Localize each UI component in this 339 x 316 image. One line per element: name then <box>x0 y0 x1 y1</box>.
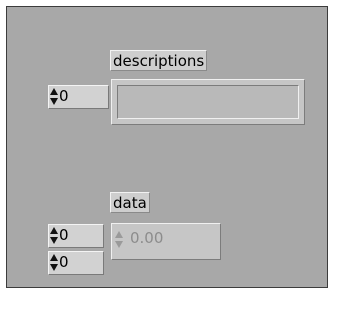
decrement-arrow-icon[interactable] <box>50 237 58 244</box>
increment-arrow-icon[interactable] <box>50 227 58 234</box>
decrement-arrow-icon <box>115 241 123 248</box>
increment-arrow-icon <box>115 231 123 238</box>
descriptions-string-field[interactable] <box>117 85 299 119</box>
increment-arrow-icon[interactable] <box>50 88 58 95</box>
descriptions-index-value[interactable]: 0 <box>59 86 69 106</box>
increment-arrow-icon[interactable] <box>50 254 58 261</box>
descriptions-label: descriptions <box>110 50 208 71</box>
numeric-spinner-disabled-icon <box>115 231 125 248</box>
decrement-arrow-icon[interactable] <box>50 98 58 105</box>
descriptions-array-element-frame <box>111 79 305 125</box>
data-label: data <box>110 192 150 213</box>
front-panel: descriptions 0 data 0 0 0.00 <box>6 6 328 288</box>
decrement-arrow-icon[interactable] <box>50 264 58 271</box>
data-numeric-element-disabled: 0.00 <box>111 223 221 260</box>
data-row-index-value[interactable]: 0 <box>59 225 69 245</box>
data-row-index-control[interactable]: 0 <box>48 224 104 248</box>
descriptions-index-control[interactable]: 0 <box>48 85 109 109</box>
data-column-index-value[interactable]: 0 <box>59 252 69 272</box>
data-column-index-control[interactable]: 0 <box>48 251 104 275</box>
data-element-value: 0.00 <box>130 229 164 247</box>
